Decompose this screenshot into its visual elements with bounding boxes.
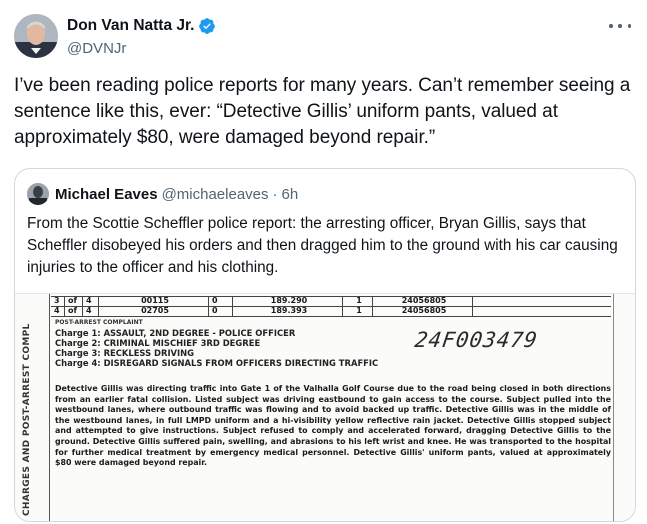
- report-cell: 4: [83, 306, 99, 316]
- report-cell: 189.393: [233, 306, 343, 316]
- quote-text: From the Scottie Scheffler police report…: [27, 215, 618, 276]
- report-rule: [51, 316, 611, 317]
- charge-line: Charge 2: CRIMINAL MISCHIEF 3RD DEGREE: [55, 338, 261, 348]
- report-cell: 1: [343, 296, 373, 306]
- quote-header: Michael Eaves @michaeleaves · 6h: [27, 183, 298, 205]
- quote-avatar-photo: [27, 183, 49, 205]
- report-cell: 4: [83, 296, 99, 306]
- tweet: Don Van Natta Jr. @DVNJr I’ve been readi…: [0, 0, 647, 524]
- report-cell: 0: [209, 296, 233, 306]
- report-side-label: CHARGES AND POST-ARREST COMPL: [22, 323, 32, 516]
- post-arrest-label: POST-ARREST COMPLAINT: [55, 319, 143, 326]
- quote-avatar[interactable]: [27, 183, 49, 205]
- report-cell: 3: [51, 296, 65, 306]
- author-handle[interactable]: @DVNJr: [67, 40, 216, 57]
- charge-line: Charge 4: DISREGARD SIGNALS FROM OFFICER…: [55, 358, 379, 368]
- quote-author-handle[interactable]: @michaeleaves: [162, 186, 269, 203]
- report-cell: 4: [51, 306, 65, 316]
- report-divider: [49, 294, 50, 521]
- charge-line: Charge 1: ASSAULT, 2ND DEGREE - POLICE O…: [55, 328, 296, 338]
- report-cell: 00115: [99, 296, 209, 306]
- report-cell: 24056805: [373, 306, 473, 316]
- report-cell: 189.290: [233, 296, 343, 306]
- quoted-tweet[interactable]: Michael Eaves @michaeleaves · 6h From th…: [14, 168, 636, 522]
- verified-badge-icon: [198, 17, 216, 35]
- handwritten-case-number: 24F003479: [413, 328, 540, 352]
- quote-separator: ·: [272, 185, 278, 203]
- avatar[interactable]: [14, 14, 58, 58]
- report-cell: 02705: [99, 306, 209, 316]
- author-name[interactable]: Don Van Natta Jr.: [67, 17, 194, 35]
- report-cell: of: [65, 296, 83, 306]
- avatar-photo: [14, 14, 58, 58]
- more-options-icon[interactable]: [609, 16, 631, 36]
- report-narrative: Detective Gillis was directing traffic i…: [55, 384, 611, 468]
- charge-line: Charge 3: RECKLESS DRIVING: [55, 348, 195, 358]
- report-margin-line: [613, 294, 614, 521]
- author-block: Don Van Natta Jr. @DVNJr: [67, 16, 216, 57]
- quote-author-name[interactable]: Michael Eaves: [55, 186, 158, 203]
- tweet-text: I’ve been reading police reports for man…: [14, 75, 631, 148]
- report-cell: 24056805: [373, 296, 473, 306]
- police-report-image[interactable]: CHARGES AND POST-ARREST COMPL 3 of 4 001…: [15, 293, 635, 521]
- report-cell: 1: [343, 306, 373, 316]
- report-cell: 0: [209, 306, 233, 316]
- report-cell: of: [65, 306, 83, 316]
- quote-timestamp[interactable]: 6h: [282, 186, 299, 203]
